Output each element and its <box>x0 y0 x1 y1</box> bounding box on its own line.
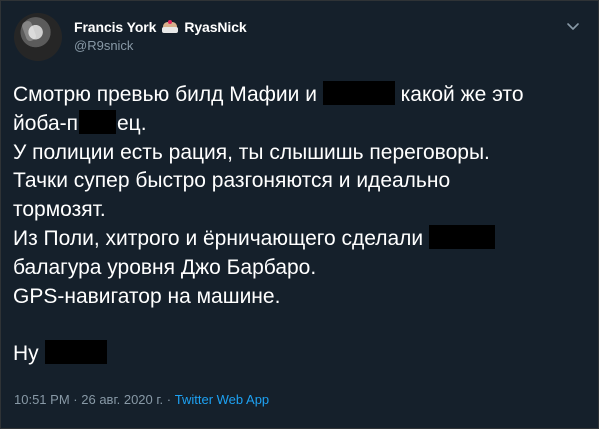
display-name[interactable]: Francis York RyasNick <box>74 17 247 37</box>
meta-separator: · <box>166 392 172 407</box>
redaction-box <box>44 340 107 365</box>
redaction-box <box>322 81 395 105</box>
display-name-part2: RyasNick <box>184 19 247 35</box>
meta-separator: · <box>73 392 78 407</box>
tweet-line-4: Тачки супер быстро разгоняются и идеальн… <box>13 169 451 193</box>
chevron-down-icon[interactable] <box>566 19 580 33</box>
tweet-line-5: тормозят. <box>13 198 106 222</box>
tweet-line-1: Смотрю превью билд Мафии и какой же это <box>13 81 524 106</box>
tweet-text: Смотрю превью билд Мафии и какой же это … <box>13 81 583 369</box>
tweet-line-2: йоба-п ец. <box>13 109 147 135</box>
avatar[interactable] <box>14 13 62 61</box>
cake-icon <box>162 20 179 34</box>
avatar-shine <box>20 19 38 43</box>
tweet-meta: 10:51 PM · 26 авг. 2020 г. · Twitter Web… <box>14 392 269 407</box>
tweet-line-3: У полиции есть рация, ты слышишь перегов… <box>13 140 490 164</box>
tweet-line-9: Ну <box>13 340 583 369</box>
tweet-line-8: GPS-навигатор на машине. <box>13 284 281 308</box>
tweet-time[interactable]: 10:51 PM <box>14 392 70 407</box>
tweet-card: Francis York RyasNick @R9snick Смотрю пр… <box>0 0 599 429</box>
display-name-part1: Francis York <box>74 19 157 35</box>
redaction-box <box>429 224 495 249</box>
tweet-line-6: Из Поли, хитрого и ёрничающего сделали <box>13 224 583 254</box>
user-handle[interactable]: @R9snick <box>74 38 133 53</box>
redaction-box <box>79 109 116 134</box>
tweet-line-7: балагура уровня Джо Барбаро. <box>13 255 317 279</box>
source-app-link[interactable]: Twitter Web App <box>175 392 269 407</box>
tweet-date[interactable]: 26 авг. 2020 г. <box>81 392 163 407</box>
